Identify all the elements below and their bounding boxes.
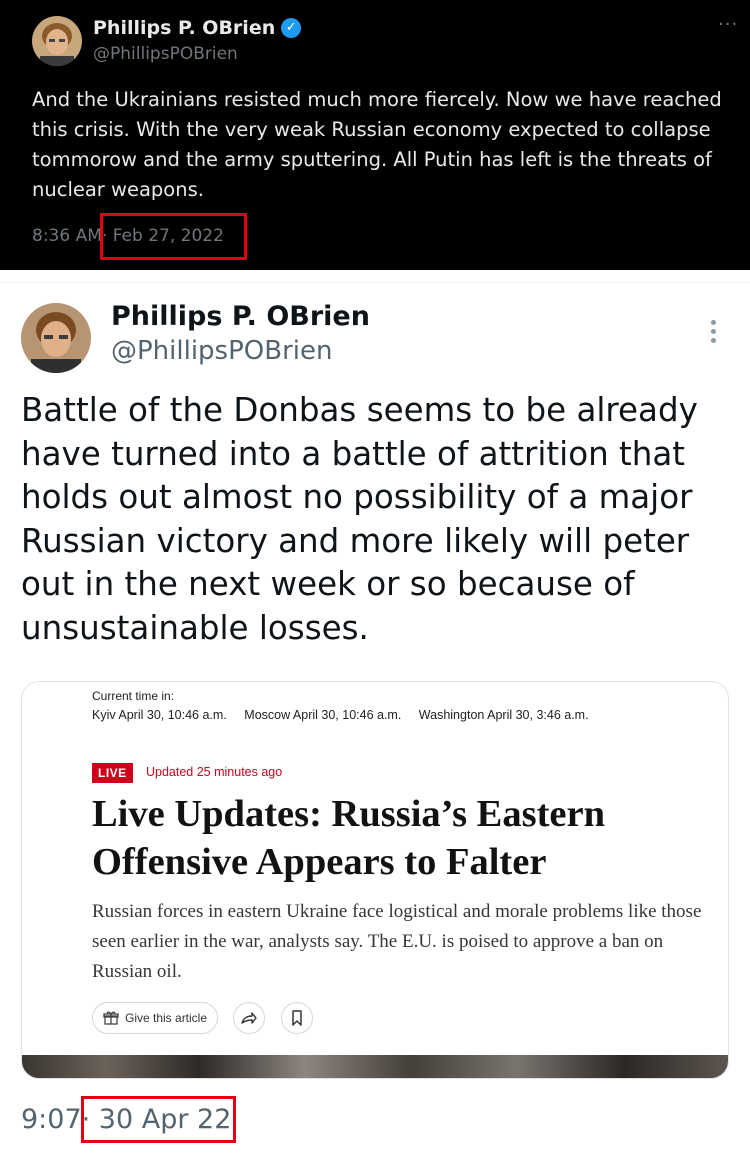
author-handle[interactable]: @PhillipsPOBrien [93,44,238,64]
city-time: Kyiv April 30, 10:46 a.m. [92,708,227,722]
city-times: Kyiv April 30, 10:46 a.m. Moscow April 3… [92,708,603,722]
tweet-text: And the Ukrainians resisted much more fi… [32,88,722,201]
tweet-time[interactable]: 9:07 [21,1104,82,1135]
tweet-time[interactable]: 8:36 AM [32,226,102,246]
author-name[interactable]: Phillips P. OBrien [111,301,370,332]
share-button[interactable] [233,1002,265,1034]
gift-icon [103,1011,119,1025]
dark-tweet: Phillips P. OBrien ✓ @PhillipsPOBrien ··… [0,0,750,270]
more-options-icon[interactable] [711,320,717,347]
article-photo [22,1055,728,1078]
live-badge: LIVE [92,763,133,783]
more-options-icon[interactable]: ··· [718,14,738,35]
verified-badge-icon: ✓ [281,18,302,38]
give-article-button[interactable]: Give this article [92,1002,219,1034]
avatar[interactable] [32,16,82,66]
article-headline[interactable]: Live Updates: Russia’s Eastern Offensive… [92,790,692,886]
bookmark-icon [292,1010,302,1026]
city-time: Moscow April 30, 10:46 a.m. [244,708,402,722]
author-name[interactable]: Phillips P. OBrien [93,17,275,39]
author-name-row[interactable]: Phillips P. OBrien ✓ [93,17,302,39]
embedded-article-card[interactable]: Current time in: Kyiv April 30, 10:46 a.… [21,681,729,1079]
date-highlight-box [100,213,247,260]
city-time: Washington April 30, 3:46 a.m. [418,708,589,722]
current-time-label: Current time in: [92,689,175,703]
give-article-label: Give this article [125,1011,208,1025]
updated-timestamp: Updated 25 minutes ago [146,765,283,779]
article-summary: Russian forces in eastern Ukraine face l… [92,901,702,982]
avatar[interactable] [21,303,91,373]
tweet-text: Battle of the Donbas seems to be already… [21,391,698,647]
date-highlight-box [81,1096,236,1143]
share-arrow-icon [241,1012,257,1024]
author-handle[interactable]: @PhillipsPOBrien [111,336,332,366]
divider [0,282,750,283]
bookmark-button[interactable] [281,1002,313,1034]
